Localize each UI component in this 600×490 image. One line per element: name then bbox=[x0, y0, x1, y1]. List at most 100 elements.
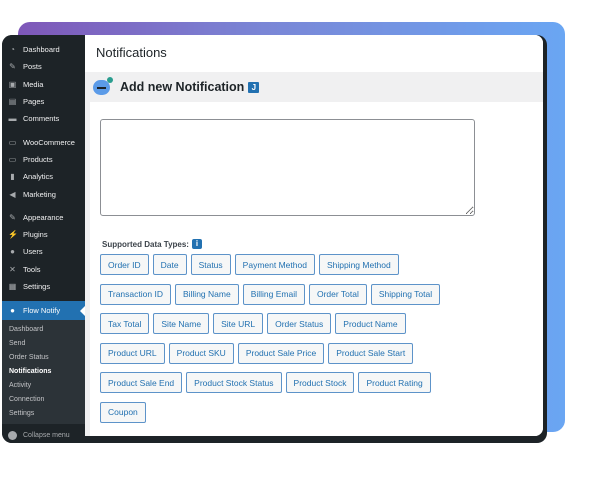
sidebar-item-appearance[interactable]: ✎ Appearance bbox=[2, 209, 85, 226]
submenu-item-notifications[interactable]: Notifications bbox=[2, 365, 85, 379]
data-type-row: Coupon bbox=[100, 401, 440, 423]
data-type-billing-name-button[interactable]: Billing Name bbox=[174, 283, 239, 305]
data-type-product-url-button[interactable]: Product URL bbox=[100, 342, 165, 364]
products-icon: ▭ bbox=[8, 154, 17, 164]
sidebar-item-posts[interactable]: ✎ Posts bbox=[2, 58, 85, 75]
data-type-product-rating-button[interactable]: Product Rating bbox=[358, 372, 431, 393]
submenu-item-settings[interactable]: Settings bbox=[2, 407, 85, 421]
data-type-tax-total-button[interactable]: Tax Total bbox=[100, 313, 150, 334]
sidebar-item-flow-notify[interactable]: ● Flow Notify bbox=[2, 301, 85, 321]
sidebar-item-label: Marketing bbox=[23, 189, 56, 199]
data-type-product-name-button[interactable]: Product Name bbox=[335, 313, 406, 334]
data-type-shipping-total-button[interactable]: Shipping Total bbox=[370, 283, 441, 305]
sidebar-item-label: Pages bbox=[23, 97, 45, 107]
sidebar-item-settings[interactable]: ▦ Settings bbox=[2, 278, 85, 295]
notification-bubble-icon bbox=[93, 76, 113, 95]
submenu-item-activity[interactable]: Activity bbox=[2, 379, 85, 393]
main-content: Notifications Add new Notification J Sup… bbox=[85, 35, 543, 436]
sidebar-item-pages[interactable]: ▤ Pages bbox=[2, 93, 85, 110]
sidebar-item-label: Tools bbox=[23, 264, 41, 274]
pin-icon: ✎ bbox=[9, 62, 16, 72]
sidebar-item-label: Users bbox=[23, 247, 43, 257]
data-type-status-button[interactable]: Status bbox=[190, 254, 231, 275]
data-type-order-status-button[interactable]: Order Status bbox=[267, 313, 332, 334]
data-type-row: Order ID Date Status Payment Method Shipping… bbox=[100, 254, 440, 275]
media-icon: ▣ bbox=[8, 79, 17, 89]
message-textarea[interactable] bbox=[100, 119, 475, 216]
data-type-shipping-method-button[interactable]: Shipping Method bbox=[318, 254, 399, 275]
settings-icon: ▦ bbox=[8, 282, 17, 291]
sidebar-item-comments[interactable]: ▬ Comments bbox=[2, 110, 85, 127]
j-badge-icon: J bbox=[248, 81, 260, 93]
data-type-product-sale-start-button[interactable]: Product Sale Start bbox=[328, 342, 414, 364]
supported-label-text: Supported Data Types: bbox=[102, 239, 189, 249]
data-type-coupon-button[interactable]: Coupon bbox=[100, 401, 146, 423]
data-type-site-name-button[interactable]: Site Name bbox=[153, 313, 210, 334]
submenu-item-dashboard[interactable]: Dashboard bbox=[2, 323, 85, 337]
sidebar-item-label: Plugins bbox=[23, 230, 48, 240]
page-title: Notifications bbox=[85, 35, 543, 72]
data-type-transaction-id-button[interactable]: Transaction ID bbox=[100, 283, 171, 305]
collapse-menu-button[interactable]: Collapse menu bbox=[2, 426, 85, 443]
submenu-item-send[interactable]: Send bbox=[2, 337, 85, 351]
sidebar-item-plugins[interactable]: ⚡ Plugins bbox=[2, 226, 85, 243]
sidebar-item-tools[interactable]: ✕ Tools bbox=[2, 261, 85, 278]
megaphone-icon: ◀ bbox=[9, 189, 16, 199]
sidebar-item-label: WooCommerce bbox=[23, 137, 75, 147]
sidebar-item-label: Media bbox=[23, 79, 44, 89]
sidebar-item-label: Products bbox=[23, 154, 53, 164]
data-type-date-button[interactable]: Date bbox=[152, 254, 187, 275]
plugin-icon: ⚡ bbox=[8, 230, 18, 240]
sidebar-item-label: Dashboard bbox=[23, 45, 60, 55]
sidebar-item-label: Settings bbox=[23, 282, 51, 291]
sidebar-item-label: Analytics bbox=[23, 172, 54, 182]
data-type-order-total-button[interactable]: Order Total bbox=[308, 283, 367, 305]
comment-icon: ▬ bbox=[8, 114, 17, 124]
data-type-product-stock-button[interactable]: Product Stock bbox=[285, 372, 355, 393]
data-type-product-sale-price-button[interactable]: Product Sale Price bbox=[237, 342, 325, 364]
chat-icon: ● bbox=[10, 306, 15, 316]
data-type-buttons: Order ID Date Status Payment Method Shipping… bbox=[100, 254, 441, 431]
sidebar-item-label: Flow Notify bbox=[23, 306, 61, 316]
admin-sidebar: ◔ Dashboard ✎ Posts ▣ Media ▤ Pages ▬ Comments ▭ Wo… bbox=[2, 35, 85, 443]
data-type-product-stock-status-button[interactable]: Product Stock Status bbox=[186, 372, 282, 393]
data-type-row: Product Sale End Product Stock Status Prod… bbox=[100, 372, 440, 393]
analytics-icon: ▮ bbox=[10, 172, 15, 182]
wrench-icon: ✕ bbox=[9, 264, 16, 274]
data-type-billing-email-button[interactable]: Billing Email bbox=[242, 283, 305, 305]
data-type-row: Tax Total Site Name Site URL Order Status Pr… bbox=[100, 313, 440, 334]
sidebar-item-label: Comments bbox=[23, 114, 60, 124]
data-type-product-sku-button[interactable]: Product SKU bbox=[168, 342, 234, 364]
section-header: Add new Notification J bbox=[85, 72, 543, 102]
data-type-product-sale-end-button[interactable]: Product Sale End bbox=[100, 372, 183, 393]
sidebar-item-media[interactable]: ▣ Media bbox=[2, 76, 85, 93]
sidebar-item-marketing[interactable]: ◀ Marketing bbox=[2, 185, 85, 202]
sidebar-item-label: Appearance bbox=[23, 212, 64, 222]
dashboard-icon: ◔ bbox=[10, 45, 15, 55]
data-type-row: Transaction ID Billing Name Billing Email O… bbox=[100, 283, 441, 305]
sidebar-item-analytics[interactable]: ▮ Analytics bbox=[2, 168, 85, 185]
app-window: ◔ Dashboard ✎ Posts ▣ Media ▤ Pages ▬ Comments ▭ Wo… bbox=[2, 35, 547, 443]
notification-form: Supported Data Types: i Order ID Date Stat… bbox=[90, 102, 543, 436]
data-type-payment-method-button[interactable]: Payment Method bbox=[234, 254, 315, 275]
collapse-menu-label: Collapse menu bbox=[23, 431, 70, 439]
brush-icon: ✎ bbox=[9, 212, 16, 222]
sidebar-item-products[interactable]: ▭ Products bbox=[2, 151, 85, 168]
pages-icon: ▤ bbox=[8, 97, 17, 107]
data-type-row: Product URL Product SKU Product Sale Price… bbox=[100, 342, 440, 364]
submenu-item-connection[interactable]: Connection bbox=[2, 393, 85, 407]
flow-notify-submenu: Dashboard Send Order Status Notifications Ac… bbox=[2, 320, 85, 425]
data-type-order-id-button[interactable]: Order ID bbox=[100, 254, 149, 275]
info-icon[interactable]: i bbox=[191, 239, 202, 249]
data-type-site-url-button[interactable]: Site URL bbox=[213, 313, 264, 334]
sidebar-item-woocommerce[interactable]: ▭ WooCommerce bbox=[2, 133, 85, 150]
supported-data-types-label: Supported Data Types: i bbox=[102, 239, 202, 249]
sidebar-item-label: Posts bbox=[23, 62, 42, 72]
user-icon: ● bbox=[10, 247, 15, 257]
section-title: Add new Notification bbox=[120, 80, 245, 94]
collapse-icon bbox=[8, 430, 17, 440]
sidebar-item-dashboard[interactable]: ◔ Dashboard bbox=[2, 41, 85, 58]
woocommerce-icon: ▭ bbox=[8, 137, 17, 147]
submenu-item-order-status[interactable]: Order Status bbox=[2, 351, 85, 365]
sidebar-item-users[interactable]: ● Users bbox=[2, 243, 85, 260]
